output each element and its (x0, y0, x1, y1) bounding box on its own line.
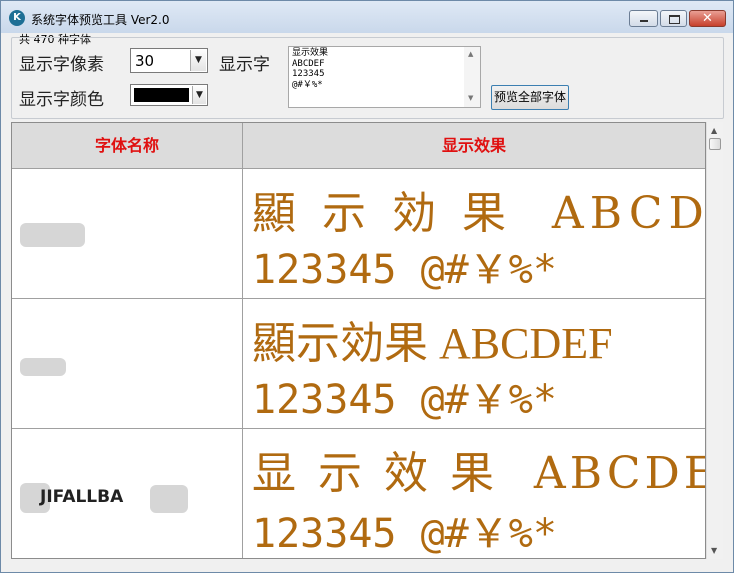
text-color-label: 显示字颜色 (19, 90, 104, 110)
preview-all-fonts-button[interactable]: 预览全部字体 (491, 85, 569, 110)
font-preview-table: 字体名称 显示效果 顯 示 効 果 ABCDEF 123345 @#￥%* 顯示… (11, 122, 706, 559)
sample-line-1: 顯示効果 ABCDEF (252, 319, 613, 368)
scroll-up-icon[interactable]: ▲ (711, 126, 717, 135)
chevron-down-icon[interactable]: ▼ (192, 86, 206, 104)
redacted-font-name (20, 223, 85, 247)
maximize-button[interactable] (660, 10, 687, 27)
redacted-font-name (20, 358, 66, 376)
sample-line-1: 顯 示 効 果 ABCDEF (252, 188, 706, 239)
minimize-button[interactable] (629, 10, 658, 27)
table-row[interactable]: 顯 示 効 果 ABCDEF 123345 @#￥%* (12, 169, 705, 299)
sample-line-2: 123345 @#￥%* (252, 511, 557, 557)
table-header: 字体名称 显示效果 (12, 123, 705, 169)
sample-line-2: 123345 @#￥%* (252, 247, 557, 293)
table-row[interactable]: 顯示効果 ABCDEF 123345 @#￥%* (12, 299, 705, 429)
scroll-thumb[interactable] (709, 138, 721, 150)
sample-text-value: 显示效果 ABCDEF 123345 @#￥%* (292, 48, 329, 90)
scroll-down-icon[interactable]: ▼ (468, 94, 473, 102)
app-icon: K (9, 10, 25, 26)
chevron-down-icon[interactable]: ▼ (190, 50, 206, 71)
table-vertical-scrollbar[interactable]: ▲ ▼ (706, 122, 723, 559)
title-bar[interactable]: K 系统字体预览工具 Ver2.0 ✕ (1, 1, 733, 33)
text-color-picker[interactable]: ▼ (130, 84, 208, 106)
scroll-down-icon[interactable]: ▼ (711, 546, 717, 555)
column-divider (242, 123, 243, 558)
scroll-up-icon[interactable]: ▲ (468, 50, 473, 58)
textarea-scrollbar[interactable]: ▲ ▼ (464, 47, 480, 107)
sample-line-1: 显 示 效 果 ABCDEF (252, 448, 706, 499)
sample-text-input[interactable]: 显示效果 ABCDEF 123345 @#￥%* ▲ ▼ (288, 46, 481, 108)
pixel-size-value: 30 (135, 52, 155, 70)
app-window: K 系统字体预览工具 Ver2.0 ✕ 共 470 种字体 显示字像素 30 ▼… (0, 0, 734, 573)
font-name-cell: JIFALLBA (40, 487, 124, 507)
minimize-icon (640, 20, 648, 22)
color-swatch (134, 88, 189, 102)
sample-line-2: 123345 @#￥%* (252, 377, 557, 423)
display-text-label: 显示字 (219, 55, 270, 75)
maximize-icon (669, 15, 680, 24)
pixel-size-select[interactable]: 30 ▼ (130, 48, 208, 73)
pixel-size-label: 显示字像素 (19, 55, 104, 75)
table-row[interactable]: JIFALLBA 显 示 效 果 ABCDEF 123345 @#￥%* (12, 429, 706, 558)
window-title: 系统字体预览工具 Ver2.0 (31, 13, 170, 27)
column-header-display-effect[interactable]: 显示效果 (243, 123, 705, 169)
close-icon: ✕ (702, 11, 713, 26)
redacted-font-name (150, 485, 188, 513)
close-button[interactable]: ✕ (689, 10, 726, 27)
column-header-font-name[interactable]: 字体名称 (12, 123, 242, 169)
